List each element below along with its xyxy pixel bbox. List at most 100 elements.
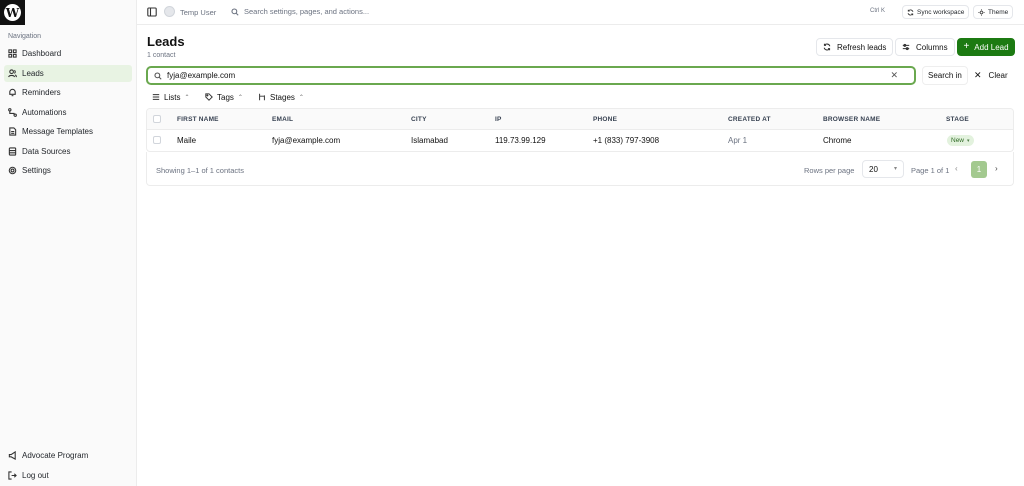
nav-bottom: Advocate Program Log out bbox=[4, 447, 132, 486]
refresh-icon bbox=[907, 8, 914, 16]
clear-button[interactable]: ✕ Clear bbox=[974, 66, 1008, 85]
tag-icon bbox=[205, 93, 213, 101]
chevron-right-icon[interactable]: › bbox=[995, 164, 998, 173]
sidebar-item-settings[interactable]: Settings bbox=[4, 162, 132, 179]
avatar[interactable] bbox=[164, 6, 175, 17]
sidebar-item-dashboard[interactable]: Dashboard bbox=[4, 45, 132, 62]
sidebar-item-log-out[interactable]: Log out bbox=[4, 467, 132, 484]
app-root: W Navigation Dashboard Leads Reminders A… bbox=[0, 0, 1024, 486]
columns-button[interactable]: Columns bbox=[895, 38, 955, 56]
wordpress-logo-icon[interactable]: W bbox=[0, 0, 25, 25]
sync-workspace-button[interactable]: Sync workspace bbox=[902, 5, 970, 19]
sidebar-item-label: Automations bbox=[22, 107, 67, 117]
topbar: Temp User Search settings, pages, and ac… bbox=[137, 0, 1024, 25]
cell-city: Islamabad bbox=[411, 136, 448, 145]
page-button[interactable]: 1 bbox=[971, 161, 987, 178]
file-icon bbox=[8, 127, 17, 136]
sun-icon bbox=[978, 8, 985, 16]
cell-browser: Chrome bbox=[823, 136, 852, 145]
chevron-updown-icon: ⌃ bbox=[298, 94, 304, 101]
theme-label: Theme bbox=[988, 8, 1009, 16]
contact-count: 1 contact bbox=[147, 52, 176, 59]
column-header[interactable]: STAGE bbox=[946, 116, 969, 123]
sidebar-item-label: Message Templates bbox=[22, 127, 93, 136]
search-icon bbox=[231, 8, 239, 16]
search-icon bbox=[154, 71, 162, 80]
sidebar-item-automations[interactable]: Automations bbox=[4, 104, 132, 121]
workflow-icon bbox=[8, 107, 17, 117]
rows-per-page-label: Rows per page bbox=[804, 166, 855, 175]
stages-filter[interactable]: Stages ⌃ bbox=[258, 91, 304, 103]
lists-filter[interactable]: Lists ⌃ bbox=[152, 91, 189, 103]
megaphone-icon bbox=[8, 451, 17, 460]
column-header[interactable]: IP bbox=[495, 116, 502, 123]
sidebar-item-label: Advocate Program bbox=[22, 451, 89, 460]
table-row[interactable]: Maile fyja@example.com Islamabad 119.73.… bbox=[147, 130, 1013, 151]
stages-icon bbox=[259, 93, 265, 101]
sidebar-item-leads[interactable]: Leads bbox=[4, 64, 132, 82]
table-header: FIRST NAME EMAIL CITY IP PHONE CREATED A… bbox=[147, 109, 1013, 130]
global-search-input[interactable]: Search settings, pages, and actions... bbox=[244, 7, 369, 16]
search-in-button[interactable]: Search in bbox=[922, 66, 968, 85]
sidebar-item-label: Reminders bbox=[22, 88, 61, 97]
user-name[interactable]: Temp User bbox=[180, 8, 216, 17]
lists-filter-label: Lists bbox=[164, 92, 181, 102]
clear-label: Clear bbox=[988, 71, 1008, 80]
add-lead-label: Add Lead bbox=[974, 42, 1009, 52]
list-icon bbox=[152, 94, 160, 100]
showing-count: Showing 1–1 of 1 contacts bbox=[156, 166, 244, 175]
lead-search-box: ✕ bbox=[146, 66, 916, 85]
nav-list: Dashboard Leads Reminders Automations Me… bbox=[4, 45, 132, 182]
logout-icon bbox=[8, 470, 17, 480]
bell-icon bbox=[8, 88, 17, 97]
column-header[interactable]: CREATED AT bbox=[728, 116, 771, 123]
tags-filter[interactable]: Tags ⌃ bbox=[205, 91, 243, 103]
tags-filter-label: Tags bbox=[217, 92, 234, 102]
stage-badge[interactable]: New ▾ bbox=[947, 135, 974, 146]
stages-filter-label: Stages bbox=[270, 92, 295, 102]
refresh-icon bbox=[823, 43, 831, 51]
sidebar-item-data-sources[interactable]: Data Sources bbox=[4, 143, 132, 160]
chevron-left-icon[interactable]: ‹ bbox=[955, 164, 958, 173]
cell-created-at: Apr 1 bbox=[728, 136, 748, 145]
table-footer: Showing 1–1 of 1 contacts Rows per page … bbox=[146, 152, 1014, 186]
sidebar-item-label: Log out bbox=[22, 470, 49, 480]
page-title: Leads bbox=[147, 34, 185, 49]
sidebar-item-label: Settings bbox=[22, 166, 51, 175]
refresh-leads-label: Refresh leads bbox=[837, 42, 887, 52]
cell-email: fyja@example.com bbox=[272, 136, 341, 145]
refresh-leads-button[interactable]: Refresh leads bbox=[816, 38, 894, 56]
row-checkbox[interactable] bbox=[153, 136, 161, 144]
stage-label: New bbox=[951, 137, 965, 144]
close-icon: ✕ bbox=[974, 70, 982, 80]
sidebar-item-reminders[interactable]: Reminders bbox=[4, 84, 132, 101]
chevron-updown-icon: ⌃ bbox=[237, 94, 243, 101]
cell-phone: +1 (833) 797-3908 bbox=[593, 136, 660, 145]
sidebar-item-label: Data Sources bbox=[22, 146, 71, 156]
rows-per-page-select[interactable]: 20 ▾ bbox=[862, 160, 904, 178]
select-all-checkbox[interactable] bbox=[153, 115, 161, 123]
nav-heading: Navigation bbox=[8, 33, 42, 40]
column-header[interactable]: FIRST NAME bbox=[177, 116, 219, 123]
column-header[interactable]: BROWSER NAME bbox=[823, 116, 880, 123]
page-indicator: Page 1 of 1 bbox=[911, 166, 950, 175]
plus-icon: + bbox=[963, 41, 970, 52]
theme-button[interactable]: Theme bbox=[973, 5, 1014, 19]
chevron-down-icon: ▾ bbox=[893, 166, 897, 172]
add-lead-button[interactable]: + Add Lead bbox=[957, 38, 1015, 56]
sidebar-toggle-icon[interactable] bbox=[147, 7, 157, 17]
column-header[interactable]: EMAIL bbox=[272, 116, 293, 123]
chevron-updown-icon: ⌃ bbox=[184, 94, 190, 101]
sidebar-item-label: Leads bbox=[22, 68, 44, 78]
column-header[interactable]: PHONE bbox=[593, 116, 617, 123]
sidebar-item-label: Dashboard bbox=[22, 49, 62, 58]
grid-icon bbox=[8, 49, 17, 58]
sync-workspace-label: Sync workspace bbox=[917, 8, 965, 16]
lead-search-input[interactable] bbox=[167, 71, 887, 80]
clear-input-icon[interactable]: ✕ bbox=[890, 70, 898, 81]
sidebar-item-advocate-program[interactable]: Advocate Program bbox=[4, 447, 132, 464]
sidebar-item-message-templates[interactable]: Message Templates bbox=[4, 123, 132, 140]
users-icon bbox=[8, 68, 17, 78]
column-header[interactable]: CITY bbox=[411, 116, 427, 123]
sliders-icon bbox=[902, 43, 910, 51]
